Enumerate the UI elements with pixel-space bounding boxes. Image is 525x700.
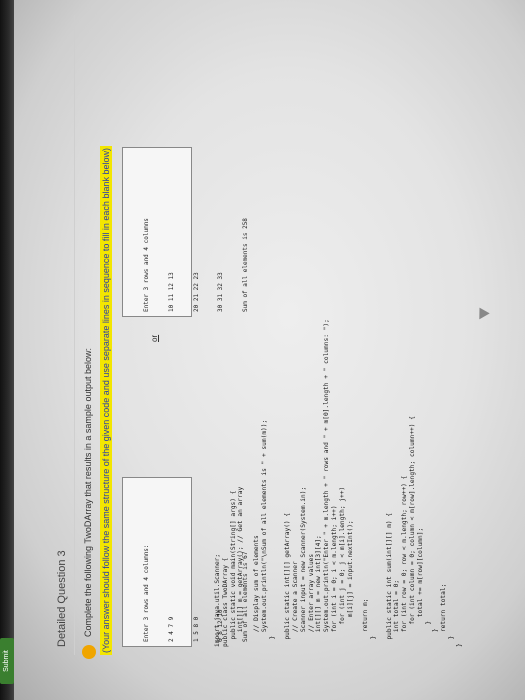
question-instruction: Complete the following TwoDArray that re…	[83, 348, 93, 637]
code-line: for (int row = 0; row < m.length; row++)…	[401, 475, 409, 647]
code-line: // Display sum of elements	[252, 535, 260, 647]
sample-output-line: Enter 3 rows and 4 columns	[143, 218, 150, 312]
or-label: or	[150, 334, 159, 342]
code-line: return total;	[440, 583, 448, 647]
code-line: for (int column = 0; column < m[row].len…	[408, 416, 416, 647]
code-line: public class TwoDArray {	[221, 557, 229, 647]
code-line: // Enter array values	[307, 553, 315, 647]
submit-button[interactable]: Submit	[0, 638, 14, 684]
question-note: (Your answer should follow the same stru…	[100, 146, 112, 655]
code-line: }	[455, 643, 463, 647]
code-line: public static void main(String[] args) {	[229, 490, 237, 647]
code-line: public static int[][] getArray() {	[284, 512, 292, 647]
code-line: }	[432, 628, 440, 647]
code-line: return m;	[362, 598, 370, 647]
code-line: // Create a Scanner	[291, 561, 299, 647]
code-line: }	[369, 635, 377, 647]
sample-output-line: 10 11 12 13	[167, 272, 175, 312]
question-title: Detailed Question 3	[56, 550, 68, 647]
code-line: int[][] m = new int[3][4];	[315, 535, 323, 647]
code-line: }	[424, 620, 432, 647]
divider	[74, 15, 75, 655]
sample-output-1: Enter 3 rows and 4 columns: 2 4 7 9 1 5 …	[122, 477, 249, 647]
code-line: }	[447, 635, 455, 647]
monitor-bezel	[0, 0, 14, 700]
code-line: int total = 0;	[393, 579, 401, 647]
code-line: Scanner input = new Scanner(System.in);	[299, 486, 307, 647]
submit-button-wrap[interactable]: Submit	[0, 638, 14, 684]
code-listing: import java.util.Scanner; public class T…	[214, 47, 464, 647]
code-line: for (int j = 0; j < m[i].length; j++)	[338, 486, 346, 647]
question-badge-icon	[82, 645, 96, 659]
code-line: m[i][j] = input.nextInt();	[346, 520, 354, 647]
sample-output-line: Enter 3 rows and 4 columns:	[143, 544, 150, 642]
code-line: System.out.println("Enter " + m.length +…	[323, 319, 331, 647]
code-line: total += m[row][column];	[416, 527, 424, 647]
code-line: int[][] m = getArray(); // Get an array	[237, 486, 245, 647]
code-line: System.out.println("\nSum of all element…	[260, 419, 268, 647]
sample-output-line: 20 21 22 23	[192, 272, 200, 312]
code-line: import java.util.Scanner;	[214, 553, 221, 647]
code-line: for (int i = 0; i < m.length; i++)	[330, 505, 338, 647]
sample-output-line: 1 5 8 0	[192, 616, 200, 642]
sample-output-2: Enter 3 rows and 4 columns 10 11 12 13 2…	[122, 147, 249, 317]
code-line: public static int sum(int[][] m) {	[385, 512, 393, 647]
code-line: }	[268, 635, 276, 647]
question-panel: Detailed Question 3 Complete the followi…	[34, 0, 504, 677]
sample-output-line: 2 4 7 9	[167, 616, 175, 642]
